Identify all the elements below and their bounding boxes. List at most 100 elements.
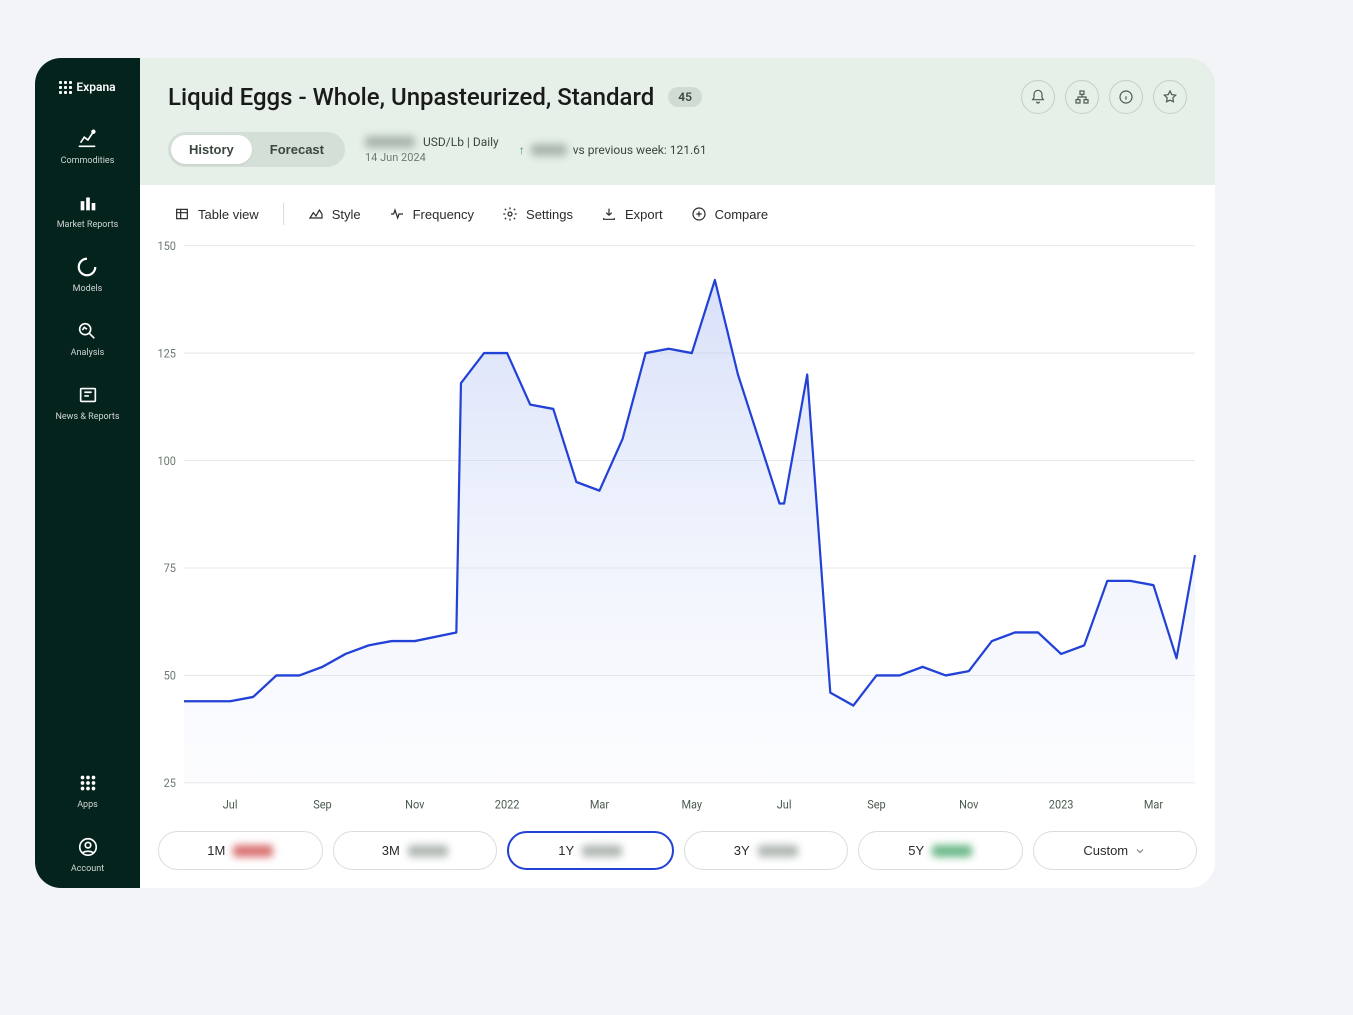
sidebar-item-account[interactable]: Account: [71, 836, 104, 874]
range-label: 3M: [382, 843, 400, 858]
sidebar-item-commodities[interactable]: Commodities: [61, 128, 115, 166]
search-chart-icon: [76, 320, 98, 342]
sidebar-item-apps[interactable]: Apps: [77, 772, 99, 810]
nav-label: Models: [73, 284, 103, 294]
svg-text:Jul: Jul: [777, 797, 792, 811]
forecast-tab[interactable]: Forecast: [252, 135, 342, 164]
range-value-blurred: [233, 845, 273, 857]
sidebar-item-market-reports[interactable]: Market Reports: [57, 192, 119, 230]
arrow-up-icon: ↑: [519, 143, 525, 157]
tool-label: Table view: [198, 207, 259, 222]
tool-label: Style: [332, 207, 361, 222]
chart-line-icon: [76, 128, 98, 150]
sidebar-item-models[interactable]: Models: [73, 256, 103, 294]
chart-toolbar: Table view Style Frequency Settings Expo…: [140, 185, 1215, 235]
range-3y[interactable]: 3Y: [684, 831, 849, 870]
main-panel: Liquid Eggs - Whole, Unpasteurized, Stan…: [140, 58, 1215, 888]
svg-text:25: 25: [164, 776, 176, 790]
grid-apps-icon: [77, 772, 99, 794]
tool-label: Compare: [715, 207, 768, 222]
star-icon: [1162, 89, 1178, 105]
range-label: 5Y: [908, 843, 924, 858]
range-value-blurred: [932, 845, 972, 857]
info-button[interactable]: [1109, 80, 1143, 114]
svg-text:Jul: Jul: [223, 797, 238, 811]
svg-text:150: 150: [157, 239, 176, 253]
header: Liquid Eggs - Whole, Unpasteurized, Stan…: [140, 58, 1215, 185]
range-1y[interactable]: 1Y: [507, 831, 674, 870]
bell-button[interactable]: [1021, 80, 1055, 114]
delta-summary: ↑ vs previous week: 121.61: [519, 143, 707, 157]
hierarchy-icon: [1074, 89, 1090, 105]
logo-mark-icon: [59, 81, 72, 94]
svg-text:Sep: Sep: [313, 797, 332, 811]
chart-area[interactable]: 255075100125150JulSepNov2022MarMayJulSep…: [140, 235, 1215, 819]
settings-button[interactable]: Settings: [490, 199, 585, 229]
svg-text:100: 100: [157, 453, 176, 467]
svg-text:May: May: [681, 797, 702, 811]
tool-label: Frequency: [413, 207, 474, 222]
range-value-blurred: [582, 845, 622, 857]
range-value-blurred: [408, 845, 448, 857]
frequency-button[interactable]: Frequency: [377, 199, 486, 229]
delta-label: vs previous week: 121.61: [573, 143, 707, 157]
delta-value-blurred: [531, 144, 567, 156]
table-icon: [174, 206, 190, 222]
page-title: Liquid Eggs - Whole, Unpasteurized, Stan…: [168, 83, 654, 111]
range-label: 3Y: [734, 843, 750, 858]
range-value-blurred: [758, 845, 798, 857]
download-icon: [601, 206, 617, 222]
table-view-button[interactable]: Table view: [162, 199, 271, 229]
brand-logo: Expana: [59, 80, 115, 94]
range-3m[interactable]: 3M: [333, 831, 498, 870]
svg-text:2023: 2023: [1049, 797, 1074, 811]
count-badge: 45: [668, 87, 702, 107]
nav-label: News & Reports: [55, 412, 119, 422]
svg-text:50: 50: [164, 668, 176, 682]
nav-label: Market Reports: [57, 220, 119, 230]
svg-text:Nov: Nov: [405, 797, 425, 811]
favorite-button[interactable]: [1153, 80, 1187, 114]
history-tab[interactable]: History: [171, 135, 252, 164]
nav-label: Apps: [77, 800, 98, 810]
price-chart: 255075100125150JulSepNov2022MarMayJulSep…: [146, 235, 1205, 819]
info-icon: [1118, 89, 1134, 105]
range-5y[interactable]: 5Y: [858, 831, 1023, 870]
range-selector: 1M 3M 1Y 3Y 5Y Custom: [140, 819, 1215, 888]
user-circle-icon: [77, 836, 99, 858]
brand-name: Expana: [76, 80, 115, 94]
separator: [283, 203, 284, 225]
tool-label: Export: [625, 207, 663, 222]
range-custom[interactable]: Custom: [1033, 831, 1198, 870]
range-label: Custom: [1083, 843, 1128, 858]
nav-label: Account: [71, 864, 104, 874]
price-summary: USD/Lb | Daily 14 Jun 2024: [365, 135, 499, 164]
range-1m[interactable]: 1M: [158, 831, 323, 870]
price-value-blurred: [365, 136, 415, 148]
compare-button[interactable]: Compare: [679, 199, 780, 229]
bar-chart-icon: [77, 192, 99, 214]
sidebar-item-analysis[interactable]: Analysis: [71, 320, 105, 358]
chevron-down-icon: [1134, 845, 1146, 857]
plus-circle-icon: [691, 206, 707, 222]
nav-label: Analysis: [71, 348, 105, 358]
sidebar-item-news[interactable]: News & Reports: [55, 384, 119, 422]
pulse-icon: [389, 206, 405, 222]
svg-text:75: 75: [164, 561, 176, 575]
history-forecast-toggle: History Forecast: [168, 132, 345, 167]
loading-circle-icon: [76, 256, 98, 278]
nav-label: Commodities: [61, 156, 115, 166]
style-button[interactable]: Style: [296, 199, 373, 229]
range-label: 1M: [207, 843, 225, 858]
bell-icon: [1030, 89, 1046, 105]
range-label: 1Y: [558, 843, 574, 858]
svg-text:Nov: Nov: [959, 797, 979, 811]
newspaper-icon: [77, 384, 99, 406]
svg-text:Mar: Mar: [590, 797, 609, 811]
tool-label: Settings: [526, 207, 573, 222]
unit-label: USD/Lb | Daily: [423, 135, 499, 149]
tree-button[interactable]: [1065, 80, 1099, 114]
export-button[interactable]: Export: [589, 199, 675, 229]
gear-icon: [502, 206, 518, 222]
area-icon: [308, 206, 324, 222]
